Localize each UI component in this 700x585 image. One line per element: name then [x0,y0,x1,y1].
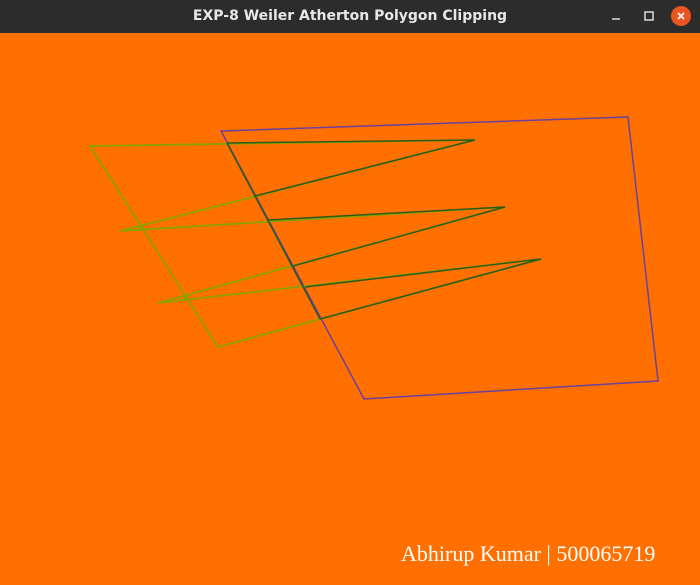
app-window: EXP-8 Weiler Atherton Polygon Clipping A… [0,0,700,585]
title-bar[interactable]: EXP-8 Weiler Atherton Polygon Clipping [0,0,700,33]
subject-polygon [88,139,542,349]
maximize-icon [644,11,654,21]
clip-window-polygon [219,116,659,400]
minimize-button[interactable] [605,5,627,27]
window-title: EXP-8 Weiler Atherton Polygon Clipping [192,8,508,24]
maximize-button[interactable] [638,5,660,27]
author-signature: Abhirup Kumar | 500065719 [401,541,656,566]
close-button[interactable] [670,5,692,27]
polygon-drawing [88,116,659,400]
close-icon [671,6,691,26]
minimize-icon [612,18,620,20]
drawing-canvas: Abhirup Kumar | 500065719 [0,33,700,585]
